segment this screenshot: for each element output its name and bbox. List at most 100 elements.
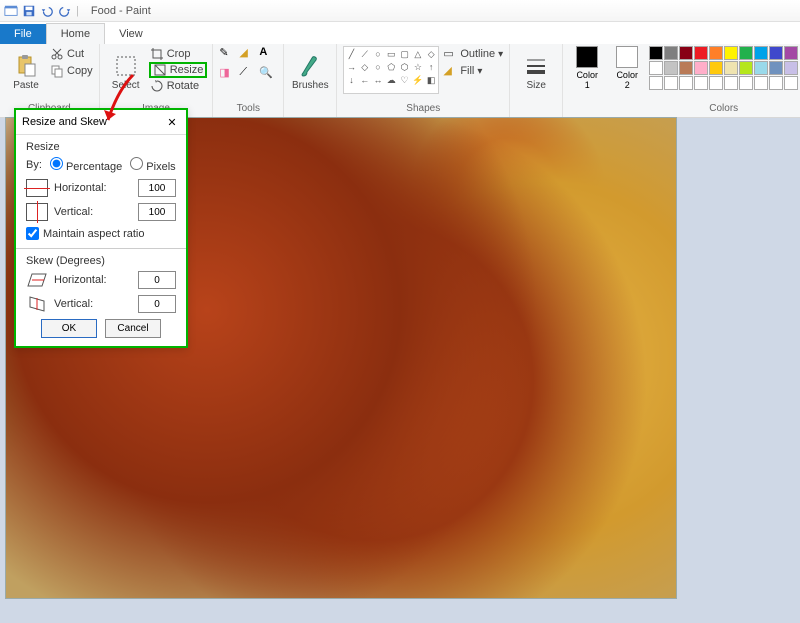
dialog-close-button[interactable]: ✕ — [164, 114, 180, 130]
group-size: Size — [510, 44, 563, 117]
brushes-button[interactable]: Brushes — [290, 46, 330, 98]
color-swatch[interactable] — [679, 76, 693, 90]
tab-file[interactable]: File — [0, 24, 46, 44]
skew-horizontal-icon — [26, 271, 48, 289]
color-swatch[interactable] — [784, 46, 798, 60]
color-swatch[interactable] — [649, 46, 663, 60]
magnifier-icon[interactable]: 🔍 — [259, 66, 277, 84]
resize-icon — [153, 63, 167, 77]
color-swatch[interactable] — [679, 61, 693, 75]
window-title: Food - Paint — [91, 5, 151, 17]
quick-access-toolbar — [4, 4, 72, 18]
color-swatch[interactable] — [769, 76, 783, 90]
color2-swatch — [616, 46, 638, 68]
group-colors: Color 1 Color 2 Edit colors Edit with Pa… — [563, 44, 800, 117]
resize-button[interactable]: Resize — [149, 62, 208, 78]
color-swatch[interactable] — [679, 46, 693, 60]
color-swatch[interactable] — [739, 76, 753, 90]
skew-vertical-icon — [26, 295, 48, 313]
color2-button[interactable]: Color 2 — [609, 46, 645, 90]
fill-button[interactable]: ◢Fill ▾ — [443, 63, 503, 79]
color-swatch[interactable] — [709, 76, 723, 90]
color1-swatch — [576, 46, 598, 68]
color-swatch[interactable] — [724, 46, 738, 60]
titlebar: | Food - Paint — [0, 0, 800, 22]
dialog-title: Resize and Skew — [22, 116, 107, 128]
color-swatch[interactable] — [664, 76, 678, 90]
color-swatch[interactable] — [664, 61, 678, 75]
color-swatch[interactable] — [694, 76, 708, 90]
skew-vertical-input[interactable] — [138, 295, 176, 313]
skew-horizontal-input[interactable] — [138, 271, 176, 289]
size-button[interactable]: Size — [516, 46, 556, 98]
tab-home[interactable]: Home — [46, 23, 105, 44]
annotation-arrow — [98, 70, 138, 130]
skew-horizontal-label: Horizontal: — [54, 274, 132, 286]
color-swatch[interactable] — [694, 61, 708, 75]
group-shapes-label: Shapes — [343, 102, 503, 115]
maintain-aspect-checkbox[interactable] — [26, 227, 39, 240]
by-label: By: — [26, 159, 42, 171]
paste-label: Paste — [13, 80, 39, 91]
resize-legend: Resize — [26, 141, 176, 153]
paste-button[interactable]: Paste — [6, 46, 46, 98]
picker-icon[interactable]: ⟋ — [239, 66, 257, 84]
group-tools: ✎ ◢ A ◨ ⟋ 🔍 Tools — [213, 44, 284, 117]
color-swatch[interactable] — [769, 61, 783, 75]
skew-vertical-label: Vertical: — [54, 298, 132, 310]
group-shapes: ╱⟋○▭▢△◇ →◇○⬠⬡☆↑ ↓←↔☁♡⚡◧ ▭Outline ▾ ◢Fill… — [337, 44, 510, 117]
outline-button[interactable]: ▭Outline ▾ — [443, 46, 503, 62]
color-swatch[interactable] — [754, 46, 768, 60]
color-swatch[interactable] — [739, 46, 753, 60]
color-palette[interactable] — [649, 46, 798, 90]
color-swatch[interactable] — [649, 76, 663, 90]
color-swatch[interactable] — [709, 46, 723, 60]
radio-pixels[interactable]: Pixels — [130, 157, 175, 173]
redo-icon[interactable] — [58, 4, 72, 18]
copy-button[interactable]: Copy — [50, 63, 93, 79]
crop-button[interactable]: Crop — [150, 46, 207, 62]
resize-horizontal-input[interactable] — [138, 179, 176, 197]
fill-icon: ◢ — [443, 64, 457, 78]
brush-icon — [298, 54, 322, 78]
eraser-icon[interactable]: ◨ — [219, 66, 237, 84]
group-tools-label: Tools — [219, 102, 277, 115]
group-colors-label: Colors — [569, 102, 800, 115]
ribbon-tabs: File Home View — [0, 22, 800, 44]
color-swatch[interactable] — [739, 61, 753, 75]
undo-icon[interactable] — [40, 4, 54, 18]
resize-vertical-input[interactable] — [138, 203, 176, 221]
color-swatch[interactable] — [754, 76, 768, 90]
bucket-icon[interactable]: ◢ — [239, 46, 257, 64]
color-swatch[interactable] — [694, 46, 708, 60]
resize-vertical-icon — [26, 203, 48, 221]
cut-button[interactable]: Cut — [50, 46, 93, 62]
ok-button[interactable]: OK — [41, 319, 97, 338]
color1-button[interactable]: Color 1 — [569, 46, 605, 90]
group-brushes-label — [290, 102, 330, 115]
radio-percentage[interactable]: Percentage — [50, 157, 122, 173]
color-swatch[interactable] — [724, 61, 738, 75]
color-swatch[interactable] — [724, 76, 738, 90]
color-swatch[interactable] — [754, 61, 768, 75]
save-icon[interactable] — [22, 4, 36, 18]
color-swatch[interactable] — [784, 76, 798, 90]
cancel-button[interactable]: Cancel — [105, 319, 161, 338]
color-swatch[interactable] — [709, 61, 723, 75]
outline-icon: ▭ — [443, 47, 457, 61]
skew-legend: Skew (Degrees) — [26, 255, 176, 267]
color-swatch[interactable] — [649, 61, 663, 75]
color-swatch[interactable] — [784, 61, 798, 75]
resize-skew-dialog: Resize and Skew ✕ Resize By: Percentage … — [14, 108, 188, 348]
text-icon[interactable]: A — [259, 46, 277, 64]
rotate-button[interactable]: Rotate — [150, 78, 207, 94]
tab-view[interactable]: View — [105, 24, 157, 44]
shapes-gallery[interactable]: ╱⟋○▭▢△◇ →◇○⬠⬡☆↑ ↓←↔☁♡⚡◧ — [343, 46, 439, 94]
copy-icon — [50, 64, 64, 78]
color-swatch[interactable] — [664, 46, 678, 60]
color-swatch[interactable] — [769, 46, 783, 60]
pencil-icon[interactable]: ✎ — [219, 46, 237, 64]
app-icon — [4, 4, 18, 18]
resize-horizontal-icon — [26, 179, 48, 197]
rotate-icon — [150, 79, 164, 93]
